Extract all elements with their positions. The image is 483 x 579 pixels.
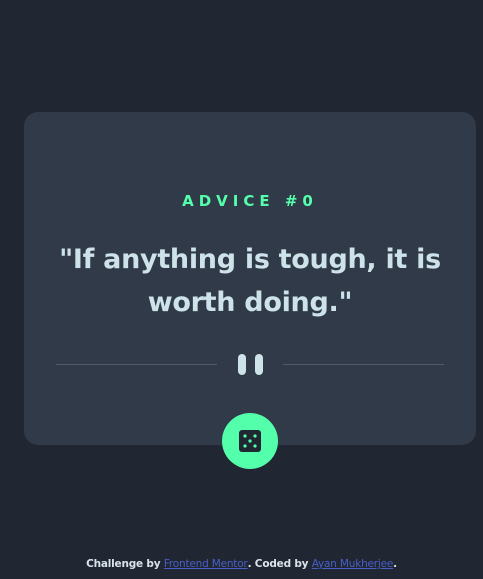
- divider-left: [56, 364, 217, 365]
- divider-right: [283, 364, 444, 365]
- attribution: Challenge by Frontend Mentor. Coded by A…: [0, 558, 483, 570]
- dice-icon: [239, 430, 261, 452]
- author-link[interactable]: Ayan Mukherjee: [312, 558, 394, 570]
- attribution-suffix: .: [393, 558, 397, 570]
- advice-number: ADVICE #0: [182, 192, 318, 210]
- frontend-mentor-link[interactable]: Frontend Mentor: [164, 558, 248, 570]
- attribution-middle: . Coded by: [247, 558, 312, 570]
- advice-quote: "If anything is tough, it is worth doing…: [59, 244, 441, 318]
- pause-icon: [237, 354, 265, 375]
- new-advice-button[interactable]: [222, 413, 278, 469]
- advice-card: ADVICE #0 "If anything is tough, it is w…: [24, 112, 476, 445]
- attribution-prefix: Challenge by: [86, 558, 164, 570]
